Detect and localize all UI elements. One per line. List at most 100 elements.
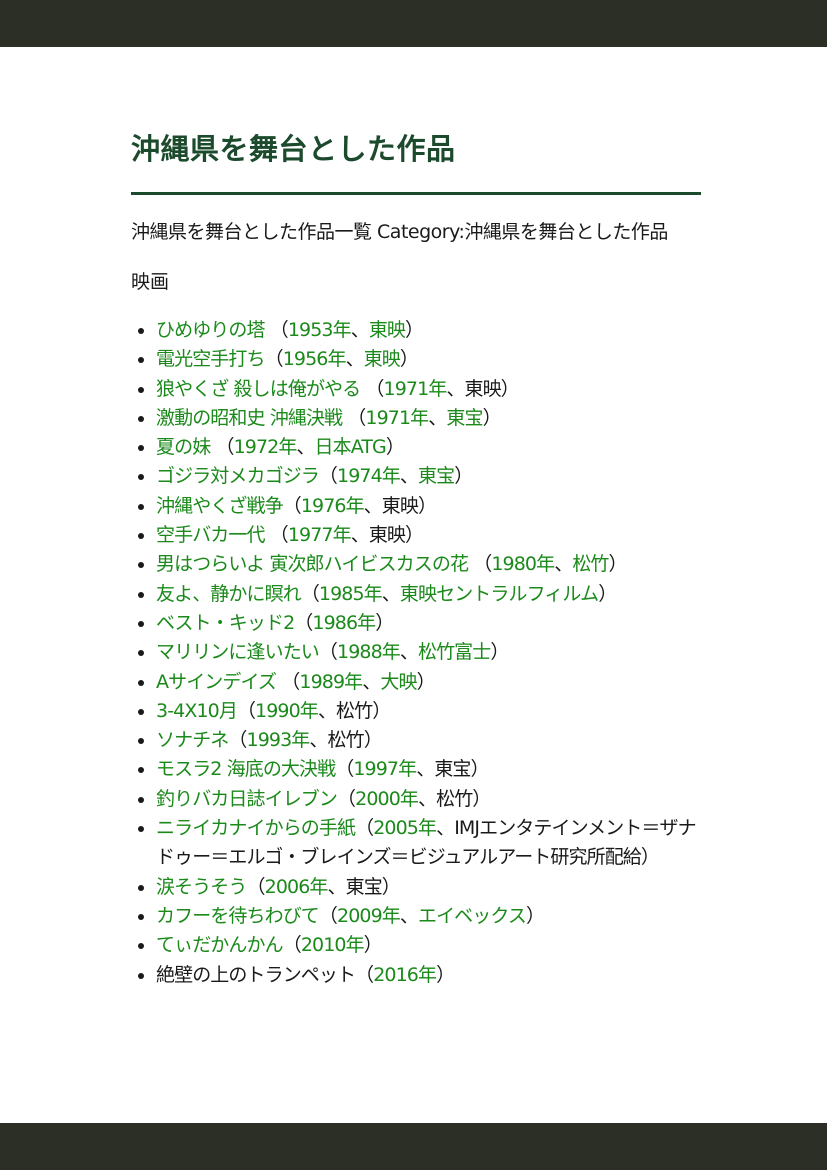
separator: 、 [399,904,419,927]
film-company-link[interactable]: 松竹 [572,553,609,575]
film-company-link[interactable]: 大映 [380,671,417,693]
film-list: ひめゆりの塔 （1953年、東映）電光空手打ち（1956年、東映）狼やくざ 殺し… [131,316,701,990]
film-company: 東宝 [345,875,383,898]
film-company-link[interactable]: 松竹富士 [418,641,491,663]
film-title-link[interactable]: 涙そうそう [156,876,247,898]
film-list-item: 絶壁の上のトランペット（2016年） [156,961,701,990]
film-company: 東映 [464,377,501,400]
film-year-link[interactable]: 1976年 [301,495,365,517]
separator: 、 [362,670,381,693]
separator: 、 [417,787,437,810]
paren-close: ） [405,524,424,547]
paren-close: ） [500,377,520,400]
paren-close: ） [372,699,391,722]
film-year-link[interactable]: 1988年 [337,641,401,663]
film-year-link[interactable]: 1985年 [319,583,383,605]
section-heading-films: 映画 [131,271,170,293]
film-title-link[interactable]: モスラ2 海底の大決戦 [156,758,336,780]
film-title-link[interactable]: カフーを待ちわびて [156,905,320,927]
film-year-link[interactable]: 1993年 [247,729,311,751]
film-title-link[interactable]: 狼やくざ 殺しは俺がやる [156,378,361,400]
paren-open: （ [355,963,374,986]
film-title-link[interactable]: 空手バカ一代 [156,524,266,546]
film-list-item: ニライカナイからの手紙（2005年、IMJエンタテインメント＝ザナドゥー＝エルゴ… [156,814,701,873]
film-title-link[interactable]: てぃだかんかん [156,934,284,956]
film-list-item: 3-4X10月（1990年、松竹） [156,697,701,726]
film-list-item: ベスト・キッド2（1986年） [156,609,701,638]
film-list-item: モスラ2 海底の大決戦（1997年、東宝） [156,755,701,784]
film-company-link[interactable]: 日本ATG [315,436,387,458]
film-year-link[interactable]: 2005年 [373,817,437,839]
paren-close: ） [454,465,473,488]
film-year-link[interactable]: 1997年 [353,758,417,780]
film-year-link[interactable]: 2010年 [301,934,365,956]
film-list-item: ソナチネ（1993年、松竹） [156,726,701,755]
paren-open: （ [318,641,338,664]
film-year-link[interactable]: 1990年 [255,700,319,722]
film-year-link[interactable]: 1974年 [337,465,401,487]
paren-open: （ [355,817,374,840]
paren-open: （ [210,436,234,459]
separator: 、 [554,553,573,576]
film-company-link[interactable]: 東宝 [418,465,455,487]
film-title-link[interactable]: ベスト・キッド2 [156,612,295,634]
film-year-link[interactable]: 1980年 [491,553,555,575]
film-year-link[interactable]: 1971年 [384,378,448,400]
film-title-link[interactable]: ソナチネ [156,729,229,751]
film-list-item: 友よ、静かに瞑れ（1985年、東映セントラルフィルム） [156,580,701,609]
paren-close: ） [363,729,383,752]
film-title-link[interactable]: ゴジラ対メカゴジラ [156,465,320,487]
film-year-link[interactable]: 2006年 [265,876,329,898]
paren-close: ） [399,348,419,371]
film-title-link[interactable]: 激動の昭和史 沖縄決戦 [156,407,343,429]
film-year-link[interactable]: 1972年 [234,436,298,458]
film-year-link[interactable]: 1971年 [365,407,429,429]
film-company: 東映 [368,524,406,547]
film-year-link[interactable]: 2016年 [373,964,437,986]
separator: 、 [428,406,447,429]
film-company-link[interactable]: 東映 [364,348,401,370]
film-company-link[interactable]: 東映セントラルフィルム [400,583,599,605]
film-title-link[interactable]: Aサインデイズ [156,671,277,693]
film-company-link[interactable]: 東映 [369,319,406,341]
separator: 、 [399,465,419,488]
film-title-link[interactable]: ニライカナイからの手紙 [156,817,356,839]
film-title-link[interactable]: 友よ、静かに瞑れ [156,583,302,605]
film-list-item: 夏の妹 （1972年、日本ATG） [156,433,701,462]
paren-close: ） [608,553,628,576]
separator: 、 [363,494,383,517]
film-year-link[interactable]: 2000年 [355,788,419,810]
film-company-link[interactable]: エイベックス [418,905,527,927]
bottom-bar [0,1123,827,1170]
film-company-link[interactable]: 東宝 [446,407,483,429]
film-title-link[interactable]: 沖縄やくざ戦争 [156,495,284,517]
film-list-item: 男はつらいよ 寅次郎ハイビスカスの花 （1980年、松竹） [156,550,701,579]
paren-close: ） [598,582,617,605]
film-title-link[interactable]: 夏の妹 [156,436,211,458]
paren-open: （ [342,406,366,429]
separator: 、 [399,641,419,664]
film-year-link[interactable]: 1989年 [299,671,363,693]
paren-open: （ [282,494,302,517]
film-list-item: 電光空手打ち（1956年、東映） [156,345,701,374]
film-list-item: ひめゆりの塔 （1953年、東映） [156,316,701,345]
paren-open: （ [360,377,384,400]
film-title-link[interactable]: ひめゆりの塔 [156,319,266,341]
separator: 、 [381,582,401,605]
paren-open: （ [264,348,284,371]
film-list-item: 涙そうそう（2006年、東宝） [156,873,701,902]
film-year-link[interactable]: 2009年 [337,905,401,927]
film-year-link[interactable]: 1953年 [288,319,352,341]
film-title-link[interactable]: 電光空手打ち [156,348,266,370]
film-year-link[interactable]: 1977年 [288,524,352,546]
separator: 、 [309,729,328,752]
film-title-link[interactable]: 3-4X10月 [156,700,238,722]
film-title-link[interactable]: マリリンに逢いたい [156,641,320,663]
film-title-link[interactable]: 釣りバカ日誌イレブン [156,788,338,810]
film-title-link[interactable]: 男はつらいよ 寅次郎ハイビスカスの花 [156,553,469,575]
paren-open: （ [294,611,313,634]
film-list-item: 空手バカ一代 （1977年、東映） [156,521,701,550]
film-year-link[interactable]: 1956年 [283,348,347,370]
separator: 、 [345,348,365,371]
film-year-link[interactable]: 1986年 [312,612,376,634]
